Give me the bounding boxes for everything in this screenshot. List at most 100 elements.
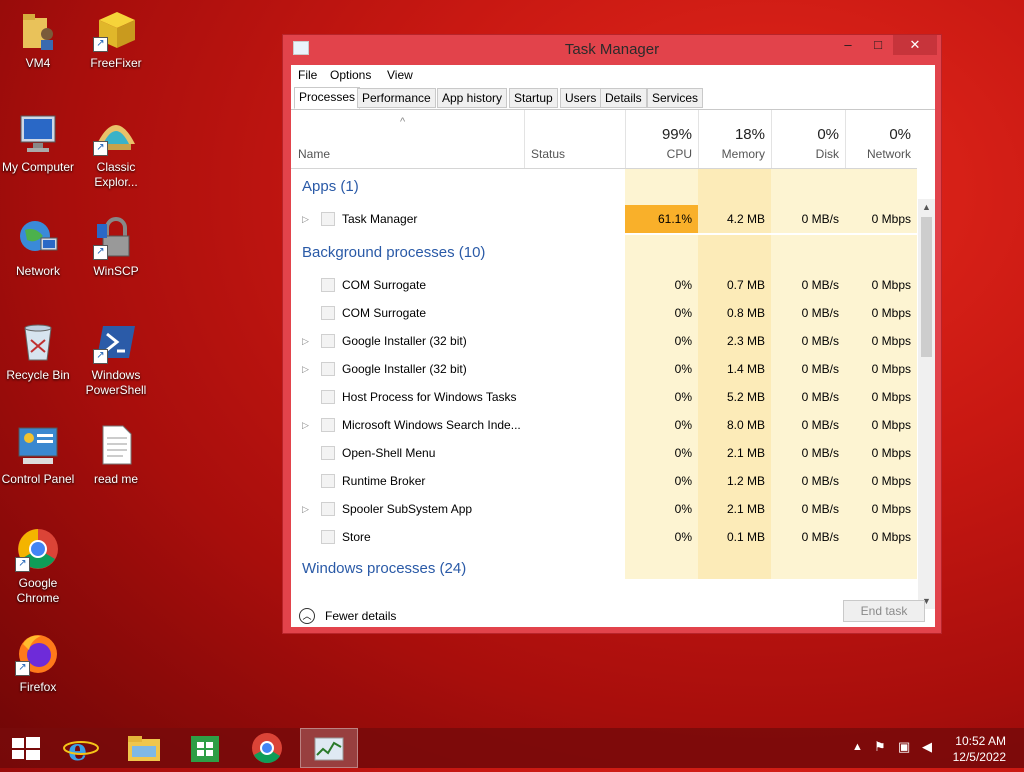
store-icon xyxy=(191,736,219,762)
desktop-icon[interactable]: Control Panel xyxy=(0,422,76,487)
tab-startup[interactable]: Startup xyxy=(509,88,558,108)
clock-date: 12/5/2022 xyxy=(952,750,1006,764)
tab-processes[interactable]: Processes xyxy=(294,87,361,109)
process-row[interactable]: COM Surrogate 0% 0.7 MB 0 MB/s 0 Mbps xyxy=(291,271,917,299)
taskbar-file-explorer[interactable] xyxy=(116,728,172,768)
process-net-value: 0 Mbps xyxy=(845,495,917,523)
expand-chevron-icon[interactable]: ▷ xyxy=(302,411,309,439)
heat-cell xyxy=(771,551,845,579)
process-net-value: 0 Mbps xyxy=(845,383,917,411)
process-icon xyxy=(321,418,335,432)
process-name: Store xyxy=(342,530,371,544)
heat-cell xyxy=(845,551,917,579)
desktop-icon-label: My Computer xyxy=(1,160,75,174)
desktop-icon[interactable]: Network xyxy=(0,214,76,279)
end-task-button[interactable]: End task xyxy=(843,600,925,622)
system-clock[interactable]: 10:52 AM 12/5/2022 xyxy=(953,733,1006,765)
process-name: Google Installer (32 bit) xyxy=(342,362,467,376)
group-title: Apps (1) xyxy=(302,178,359,195)
task-manager-window[interactable]: Task Manager – □ ✕ File Options View Pro… xyxy=(282,34,942,634)
process-row[interactable]: ▷ Google Installer (32 bit) 0% 1.4 MB 0 MB/s… xyxy=(291,355,917,383)
volume-muted-icon[interactable]: ◀ xyxy=(922,739,932,755)
chrome-icon: ↗ xyxy=(15,526,61,572)
process-row[interactable]: COM Surrogate 0% 0.8 MB 0 MB/s 0 Mbps xyxy=(291,299,917,327)
network-total: 0% xyxy=(889,126,911,143)
heat-cell xyxy=(625,551,698,579)
desktop-icon[interactable]: read me xyxy=(78,422,154,487)
process-net-value: 0 Mbps xyxy=(845,327,917,355)
process-disk-value: 0 MB/s xyxy=(771,383,845,411)
text-file-icon xyxy=(93,422,139,468)
desktop-icon[interactable]: Recycle Bin xyxy=(0,318,76,383)
desktop-icon-label: Google Chrome xyxy=(16,576,60,605)
firefox-icon: ↗ xyxy=(15,630,61,676)
shortcut-arrow-icon: ↗ xyxy=(93,245,108,260)
menu-file[interactable]: File xyxy=(298,68,317,82)
menu-options[interactable]: Options xyxy=(330,68,371,82)
minimize-button[interactable]: – xyxy=(835,35,861,55)
process-mem-value: 5.2 MB xyxy=(698,383,771,411)
desktop-icon[interactable]: ↗ Windows PowerShell xyxy=(78,318,154,398)
title-bar[interactable]: Task Manager – □ ✕ xyxy=(283,35,941,63)
desktop-icon[interactable]: ↗ FreeFixer xyxy=(78,6,154,71)
expand-chevron-icon[interactable]: ▷ xyxy=(302,355,309,383)
maximize-button[interactable]: □ xyxy=(865,35,891,55)
process-cpu-value: 0% xyxy=(625,495,698,523)
show-hidden-icons-icon[interactable]: ▲ xyxy=(852,741,863,753)
process-row[interactable]: ▷ Task Manager 61.1% 4.2 MB 0 MB/s 0 Mbps xyxy=(291,205,917,233)
taskbar-store[interactable] xyxy=(178,728,234,768)
process-row[interactable]: Host Process for Windows Tasks 0% 5.2 MB 0 … xyxy=(291,383,917,411)
tab-performance[interactable]: Performance xyxy=(357,88,436,108)
powershell-icon: ↗ xyxy=(93,318,139,364)
desktop-icon-label: read me xyxy=(93,472,139,486)
menu-view[interactable]: View xyxy=(387,68,413,82)
tab-details[interactable]: Details xyxy=(600,88,647,108)
heat-cell xyxy=(845,235,917,271)
taskbar-internet-explorer[interactable]: e xyxy=(54,728,110,768)
taskbar-task-manager[interactable] xyxy=(300,728,358,768)
desktop-icon[interactable]: ↗ Google Chrome xyxy=(0,526,76,606)
desktop-icon-label: Firefox xyxy=(19,680,57,694)
vertical-scrollbar[interactable]: ▲ ▼ xyxy=(918,199,935,609)
desktop-icon-label: FreeFixer xyxy=(90,56,142,70)
taskbar-chrome[interactable] xyxy=(240,728,296,768)
desktop-icon[interactable]: ↗ WinSCP xyxy=(78,214,154,279)
expand-chevron-icon[interactable]: ▷ xyxy=(302,205,309,233)
process-row[interactable]: ▷ Spooler SubSystem App 0% 2.1 MB 0 MB/s 0 Mb… xyxy=(291,495,917,523)
desktop-icon[interactable]: My Computer xyxy=(0,110,76,175)
process-row[interactable]: Store 0% 0.1 MB 0 MB/s 0 Mbps xyxy=(291,523,917,551)
process-icon xyxy=(321,446,335,460)
process-mem-value: 0.8 MB xyxy=(698,299,771,327)
process-row[interactable]: ▷ Microsoft Windows Search Inde... 0% 8.0 M… xyxy=(291,411,917,439)
desktop-icon[interactable]: ↗ Classic Explor... xyxy=(78,110,154,190)
chevron-up-icon[interactable]: ︿ xyxy=(299,608,315,624)
cpu-column-header[interactable]: 99% CPU xyxy=(625,110,698,168)
disk-column-header[interactable]: 0% Disk xyxy=(771,110,845,168)
desktop-icon-label: Control Panel xyxy=(1,472,75,486)
name-column-header[interactable]: ^ Name xyxy=(291,110,524,168)
tab-users[interactable]: Users xyxy=(560,88,602,108)
process-icon xyxy=(321,502,335,516)
start-button[interactable] xyxy=(0,728,56,768)
group-title: Windows processes (24) xyxy=(302,560,467,577)
process-row[interactable]: ▷ Google Installer (32 bit) 0% 2.3 MB 0 MB/s… xyxy=(291,327,917,355)
expand-chevron-icon[interactable]: ▷ xyxy=(302,327,309,355)
expand-chevron-icon[interactable]: ▷ xyxy=(302,495,309,523)
network-tray-icon[interactable]: ▣ xyxy=(898,739,910,755)
tab-app-history[interactable]: App history xyxy=(437,88,508,108)
process-cpu-value: 0% xyxy=(625,383,698,411)
desktop-icon-label: WinSCP xyxy=(93,264,139,278)
scroll-up-icon[interactable]: ▲ xyxy=(918,199,935,215)
process-row[interactable]: Open-Shell Menu 0% 2.1 MB 0 MB/s 0 Mbps xyxy=(291,439,917,467)
tab-services[interactable]: Services xyxy=(647,88,704,108)
desktop-icon[interactable]: VM4 xyxy=(0,6,76,71)
memory-column-header[interactable]: 18% Memory xyxy=(698,110,771,168)
action-center-flag-icon[interactable]: ⚑ xyxy=(874,739,886,755)
status-column-header[interactable]: Status xyxy=(524,110,625,168)
network-column-header[interactable]: 0% Network xyxy=(845,110,917,168)
desktop-icon[interactable]: ↗ Firefox xyxy=(0,630,76,695)
process-row[interactable]: Runtime Broker 0% 1.2 MB 0 MB/s 0 Mbps xyxy=(291,467,917,495)
fewer-details-link[interactable]: Fewer details xyxy=(325,609,396,623)
close-button[interactable]: ✕ xyxy=(893,35,937,55)
scroll-thumb[interactable] xyxy=(921,217,932,357)
